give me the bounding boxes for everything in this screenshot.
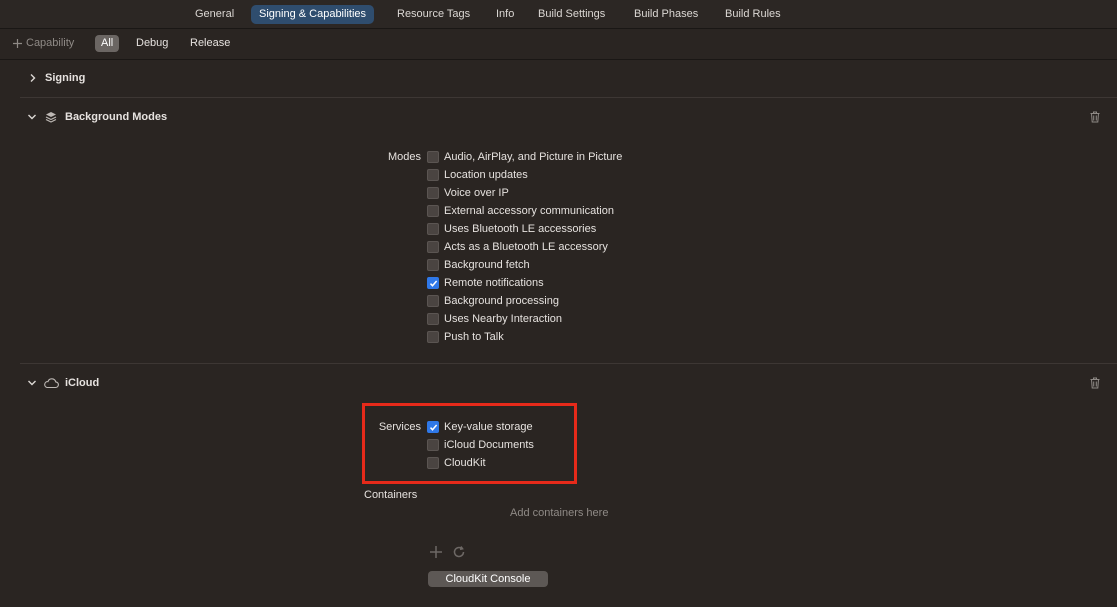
filter-release[interactable]: Release [190, 37, 230, 49]
checkbox[interactable] [427, 259, 439, 271]
mode-label: Location updates [444, 169, 528, 181]
chevron-right-icon [30, 74, 36, 82]
cloudkit-console-button[interactable]: CloudKit Console [428, 571, 548, 587]
capability-filter-bar: Capability All Debug Release [0, 29, 1117, 60]
background-modes-title: Background Modes [65, 111, 168, 123]
signing-section-header[interactable]: Signing [28, 70, 85, 86]
mode-label: Audio, AirPlay, and Picture in Picture [444, 151, 623, 163]
plus-icon[interactable] [429, 545, 443, 559]
checkbox[interactable] [427, 313, 439, 325]
mode-row[interactable]: Acts as a Bluetooth LE accessory [427, 239, 608, 255]
tab-build-rules[interactable]: Build Rules [717, 5, 789, 24]
mode-row[interactable]: Location updates [427, 167, 528, 183]
checkbox-checked[interactable] [427, 277, 439, 289]
mode-label: Remote notifications [444, 277, 544, 289]
divider [20, 97, 1117, 98]
mode-row[interactable]: External accessory communication [427, 203, 614, 219]
mode-label: External accessory communication [444, 205, 614, 217]
mode-label: Background fetch [444, 259, 530, 271]
mode-row[interactable]: Remote notifications [427, 275, 544, 291]
checkbox[interactable] [427, 295, 439, 307]
chevron-down-icon [28, 380, 36, 386]
mode-row[interactable]: Uses Nearby Interaction [427, 311, 562, 327]
tab-resource-tags[interactable]: Resource Tags [389, 5, 478, 24]
modes-label: Modes [387, 151, 421, 163]
refresh-icon[interactable] [451, 544, 467, 560]
mode-label: Push to Talk [444, 331, 504, 343]
mode-row[interactable]: Voice over IP [427, 185, 509, 201]
containers-label: Containers [364, 489, 418, 501]
cloud-icon [44, 378, 59, 389]
trash-icon[interactable] [1088, 376, 1102, 390]
mode-label: Uses Nearby Interaction [444, 313, 562, 325]
background-modes-icon [45, 112, 57, 123]
trash-icon[interactable] [1088, 110, 1102, 124]
checkbox[interactable] [427, 205, 439, 217]
highlight-box [362, 403, 577, 484]
checkmark-icon [429, 280, 437, 287]
checkbox[interactable] [427, 223, 439, 235]
mode-label: Acts as a Bluetooth LE accessory [444, 241, 608, 253]
tab-build-phases[interactable]: Build Phases [626, 5, 706, 24]
background-modes-section-header[interactable]: Background Modes [27, 109, 167, 125]
add-capability-label: Capability [26, 37, 75, 49]
icloud-title: iCloud [65, 377, 100, 389]
mode-label: Voice over IP [444, 187, 509, 199]
signing-title: Signing [45, 72, 86, 84]
tab-general[interactable]: General [187, 5, 242, 24]
mode-row[interactable]: Push to Talk [427, 329, 504, 345]
mode-label: Background processing [444, 295, 559, 307]
chevron-down-icon [28, 114, 36, 120]
filter-debug[interactable]: Debug [136, 37, 168, 49]
checkbox[interactable] [427, 187, 439, 199]
divider [20, 363, 1117, 364]
mode-label: Uses Bluetooth LE accessories [444, 223, 597, 235]
icloud-section-header[interactable]: iCloud [27, 375, 99, 391]
add-capability-button[interactable]: Capability [12, 35, 74, 52]
mode-row[interactable]: Audio, AirPlay, and Picture in Picture [427, 149, 622, 165]
tab-signing-capabilities[interactable]: Signing & Capabilities [251, 5, 375, 24]
mode-row[interactable]: Background processing [427, 293, 559, 309]
mode-row[interactable]: Background fetch [427, 257, 530, 273]
plus-icon [13, 39, 22, 48]
checkbox[interactable] [427, 331, 439, 343]
filter-all[interactable]: All [95, 35, 120, 52]
checkbox[interactable] [427, 169, 439, 181]
checkbox[interactable] [427, 241, 439, 253]
tab-build-settings[interactable]: Build Settings [530, 5, 613, 24]
checkbox[interactable] [427, 151, 439, 163]
tab-info[interactable]: Info [488, 5, 522, 24]
mode-row[interactable]: Uses Bluetooth LE accessories [427, 221, 596, 237]
editor-tab-bar: General Signing & Capabilities Resource … [0, 0, 1117, 29]
containers-placeholder: Add containers here [510, 507, 609, 519]
